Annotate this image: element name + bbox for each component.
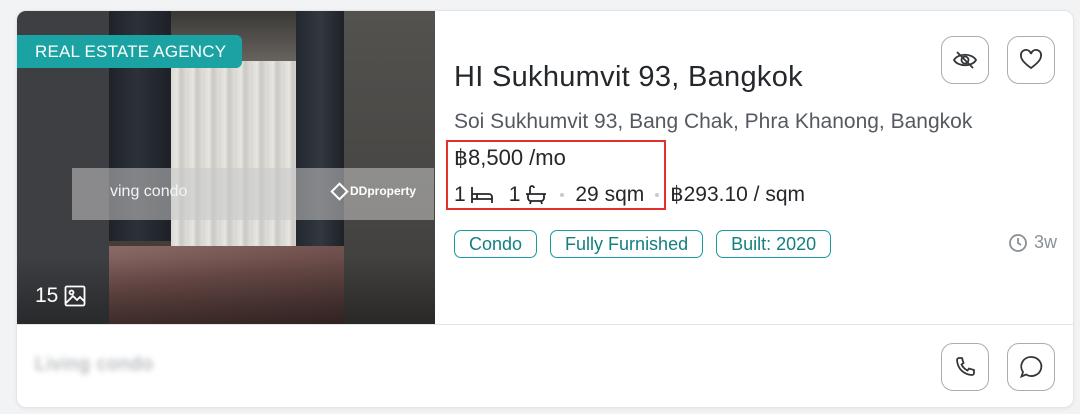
hide-listing-button[interactable]	[941, 36, 989, 84]
watermark-logo: DDproperty	[330, 181, 416, 201]
chat-button[interactable]	[1007, 343, 1055, 391]
watermark-text: ving condo	[110, 183, 188, 200]
tag-built-year: Built: 2020	[716, 230, 832, 258]
favorite-button[interactable]	[1007, 36, 1055, 84]
bed-icon	[470, 186, 493, 203]
bathrooms-count: 1	[508, 182, 521, 206]
watermark-brand: DDproperty	[349, 184, 416, 198]
agency-badge: REAL ESTATE AGENCY	[17, 35, 243, 68]
posted-time-value: 3w	[1033, 232, 1057, 252]
chat-bubble-icon	[1020, 356, 1043, 379]
photo-count[interactable]: 15	[35, 284, 87, 308]
card-divider	[17, 324, 1073, 325]
listing-tags: Condo Fully Furnished Built: 2020	[454, 230, 832, 258]
listing-specs: 1 1 29 sqm ฿293.10 / sqm	[454, 182, 805, 207]
image-icon	[64, 285, 86, 307]
photo-watermark: ving condo DDproperty	[72, 168, 434, 220]
bedrooms-count: 1	[454, 182, 466, 206]
listing-address: Soi Sukhumvit 93, Bang Chak, Phra Khanon…	[454, 110, 973, 133]
clock-icon	[1009, 233, 1027, 252]
tag-property-type: Condo	[454, 230, 538, 258]
bathrooms: 1	[509, 183, 550, 207]
listing-card[interactable]: ving condo DDproperty REAL ESTATE AGENCY…	[16, 10, 1074, 408]
heart-icon	[1020, 49, 1042, 70]
area-size: 29 sqm	[575, 182, 645, 206]
bedrooms: 1	[454, 183, 495, 207]
agent-name[interactable]: Living condo	[35, 354, 154, 376]
listing-photo[interactable]: ving condo DDproperty REAL ESTATE AGENCY…	[17, 11, 435, 324]
listing-title[interactable]: HI Sukhumvit 93, Bangkok	[454, 61, 803, 94]
call-button[interactable]	[941, 343, 989, 391]
price-per-sqm: ฿293.10 / sqm	[670, 183, 806, 206]
tag-furnishing: Fully Furnished	[550, 230, 704, 258]
listing-price: ฿8,500 /mo	[454, 145, 566, 170]
eye-off-icon	[952, 51, 978, 69]
bathtub-icon	[526, 184, 547, 204]
phone-icon	[956, 357, 975, 376]
posted-time: 3w	[1008, 232, 1057, 253]
ddproperty-logo-icon	[330, 181, 349, 201]
photo-count-value: 15	[35, 284, 59, 307]
